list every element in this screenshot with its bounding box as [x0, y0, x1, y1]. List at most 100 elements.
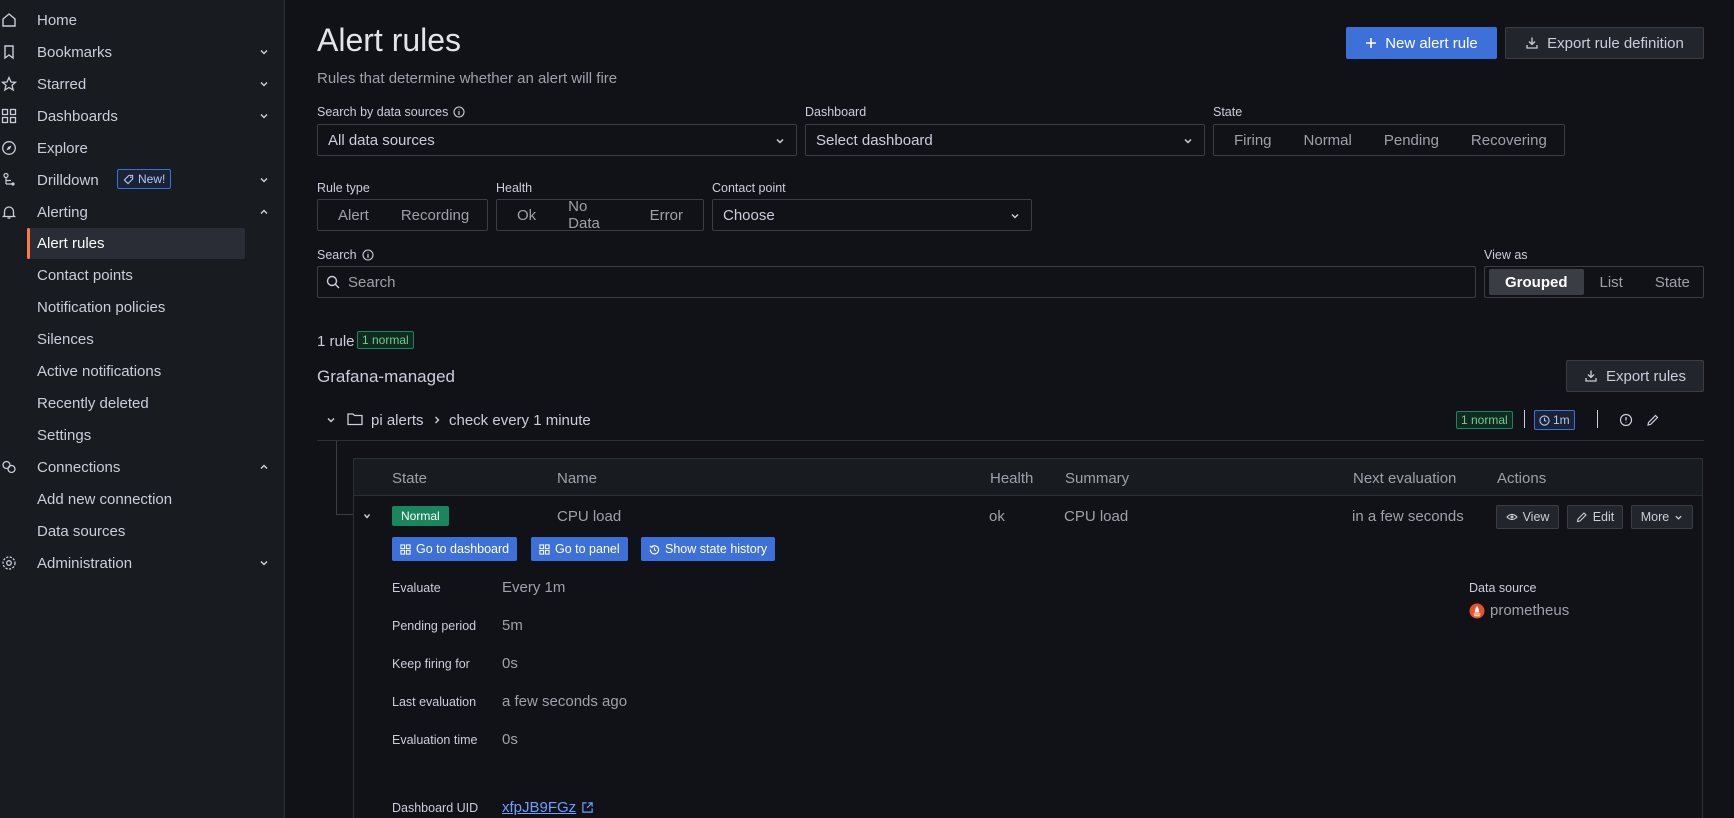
nav-sub-label: Alert rules — [37, 235, 105, 252]
group-divider — [317, 440, 1704, 441]
nav-explore[interactable]: Explore — [0, 133, 285, 163]
detail-label-keep-firing: Keep firing for — [392, 657, 470, 671]
nav-connections[interactable]: Connections — [0, 452, 285, 482]
sidebar-item-notification-policies[interactable]: Notification policies — [27, 292, 245, 323]
new-alert-rule-button[interactable]: New alert rule — [1346, 27, 1497, 59]
state-option-pending[interactable]: Pending — [1368, 127, 1455, 153]
edit-button[interactable]: Edit — [1567, 505, 1623, 529]
go-to-panel-label: Go to panel — [555, 542, 620, 556]
state-option-normal[interactable]: Normal — [1288, 127, 1368, 153]
health-no-data[interactable]: No Data — [552, 198, 633, 232]
chevron-down-icon[interactable] — [258, 174, 270, 186]
view-as-group: Grouped List State — [1484, 266, 1704, 298]
chevron-down-icon[interactable] — [258, 78, 270, 90]
state-option-firing[interactable]: Firing — [1218, 127, 1288, 153]
tree-line — [336, 514, 353, 515]
more-label: More — [1640, 510, 1670, 524]
nav-alerting[interactable]: Alerting — [0, 197, 285, 227]
edit-icon[interactable] — [1646, 413, 1660, 427]
data-source-select[interactable]: All data sources — [317, 124, 797, 156]
view-button[interactable]: View — [1496, 505, 1559, 529]
export-rule-definition-button[interactable]: Export rule definition — [1505, 27, 1704, 59]
sidebar-item-recently-deleted[interactable]: Recently deleted — [27, 388, 245, 419]
folder-name[interactable]: pi alerts — [371, 412, 424, 429]
export-rules-button[interactable]: Export rules — [1566, 360, 1704, 392]
nav-sub-label: Data sources — [37, 523, 126, 540]
interval-value: 1m — [1553, 413, 1570, 427]
chevron-down-icon[interactable] — [362, 511, 372, 521]
sidebar-item-settings[interactable]: Settings — [27, 420, 245, 451]
nav-label: Starred — [37, 75, 87, 93]
ds-filter-label-text: Search by data sources — [317, 105, 449, 119]
chevron-up-icon[interactable] — [258, 206, 270, 218]
info-icon[interactable] — [362, 249, 374, 261]
nav-label: Dashboards — [37, 107, 118, 125]
search-label-text: Search — [317, 248, 357, 262]
go-to-dashboard-button[interactable]: Go to dashboard — [392, 537, 518, 561]
chevron-down-icon — [1674, 513, 1683, 522]
dashboard-uid-link[interactable]: xfpJB9FGz — [502, 799, 594, 816]
data-source-name: prometheus — [1490, 602, 1570, 619]
download-icon — [1525, 36, 1539, 50]
col-summary: Summary — [1065, 470, 1130, 487]
rule-health: ok — [989, 508, 1005, 525]
detail-label-last-eval: Last evaluation — [392, 695, 477, 709]
chevron-down-icon[interactable] — [258, 110, 270, 122]
sidebar-item-data-sources[interactable]: Data sources — [27, 516, 245, 547]
new-badge-label: New! — [138, 172, 166, 186]
nav-label: Bookmarks — [37, 43, 113, 61]
more-button[interactable]: More — [1631, 505, 1693, 529]
nav-starred[interactable]: Starred — [0, 69, 285, 99]
section-title: Grafana-managed — [317, 367, 455, 386]
col-actions: Actions — [1497, 470, 1547, 487]
nav-label: Administration — [37, 554, 133, 572]
sidebar-item-contact-points[interactable]: Contact points — [27, 260, 245, 291]
history-icon[interactable] — [1619, 413, 1633, 427]
page-title: Alert rules — [317, 22, 462, 58]
search-input[interactable]: Search — [317, 266, 1476, 298]
history-icon — [649, 544, 660, 555]
nav-sub-label: Settings — [37, 427, 92, 444]
compass-icon — [1, 140, 17, 156]
dashboard-uid-value: xfpJB9FGz — [502, 799, 577, 816]
bookmark-icon — [1, 44, 17, 60]
contact-point-select[interactable]: Choose — [712, 199, 1032, 231]
nav-home[interactable]: Home — [0, 5, 285, 35]
rule-type-group: Alert Recording — [317, 199, 488, 231]
data-source-label: Data source — [1469, 581, 1537, 595]
search-icon — [326, 275, 340, 289]
export-rule-definition-label: Export rule definition — [1547, 34, 1684, 52]
nav-label: Home — [37, 11, 78, 29]
nav-bookmarks[interactable]: Bookmarks — [0, 37, 285, 67]
view-grouped[interactable]: Grouped — [1489, 269, 1584, 295]
nav-administration[interactable]: Administration — [0, 548, 285, 578]
tag-icon — [123, 174, 134, 185]
gear-icon — [1, 555, 17, 571]
show-state-history-button[interactable]: Show state history — [641, 537, 776, 561]
sidebar-item-add-new-connection[interactable]: Add new connection — [27, 484, 245, 515]
chevron-down-icon[interactable] — [325, 414, 337, 426]
health-label: Health — [496, 181, 533, 195]
rule-type-recording[interactable]: Recording — [385, 202, 485, 228]
chevron-down-icon[interactable] — [258, 46, 270, 58]
sidebar-item-silences[interactable]: Silences — [27, 324, 245, 355]
state-option-recovering[interactable]: Recovering — [1455, 127, 1563, 153]
view-state[interactable]: State — [1639, 269, 1706, 295]
nav-sub-label: Active notifications — [37, 363, 162, 380]
sidebar-item-active-notifications[interactable]: Active notifications — [27, 356, 245, 387]
info-icon[interactable] — [453, 106, 465, 118]
view-list[interactable]: List — [1584, 269, 1639, 295]
new-badge: New! — [117, 169, 172, 189]
ds-filter-label: Search by data sources — [317, 105, 465, 119]
chevron-down-icon[interactable] — [258, 557, 270, 569]
nav-dashboards[interactable]: Dashboards — [0, 101, 285, 131]
chevron-down-icon — [1182, 135, 1194, 147]
health-error[interactable]: Error — [634, 202, 699, 228]
go-to-panel-button[interactable]: Go to panel — [531, 537, 628, 561]
go-to-dashboard-label: Go to dashboard — [416, 542, 510, 556]
chevron-up-icon[interactable] — [258, 461, 270, 473]
dashboard-select[interactable]: Select dashboard — [805, 124, 1205, 156]
sidebar-item-alert-rules[interactable]: Alert rules — [27, 228, 245, 259]
rule-type-alert[interactable]: Alert — [322, 202, 385, 228]
health-ok[interactable]: Ok — [501, 202, 552, 228]
